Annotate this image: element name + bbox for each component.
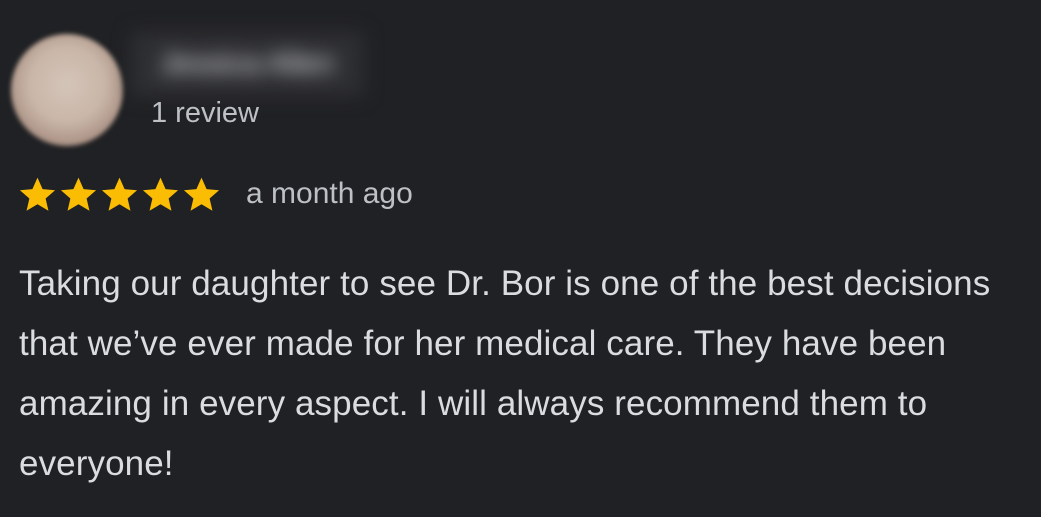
reviewer-name[interactable]: Jessica Allen [131,32,363,96]
star-icon [101,177,138,211]
star-icon [60,177,97,211]
avatar[interactable] [11,34,123,146]
star-icon [183,177,220,211]
review-card: Jessica Allen 1 review a month ago Takin… [0,0,1041,517]
star-icon [19,177,56,211]
review-text: Taking our daughter to see Dr. Bor is on… [19,264,991,483]
review-count: 1 review [151,97,259,129]
star-rating [17,175,222,215]
star-icon [142,177,179,211]
review-date: a month ago [246,177,413,210]
